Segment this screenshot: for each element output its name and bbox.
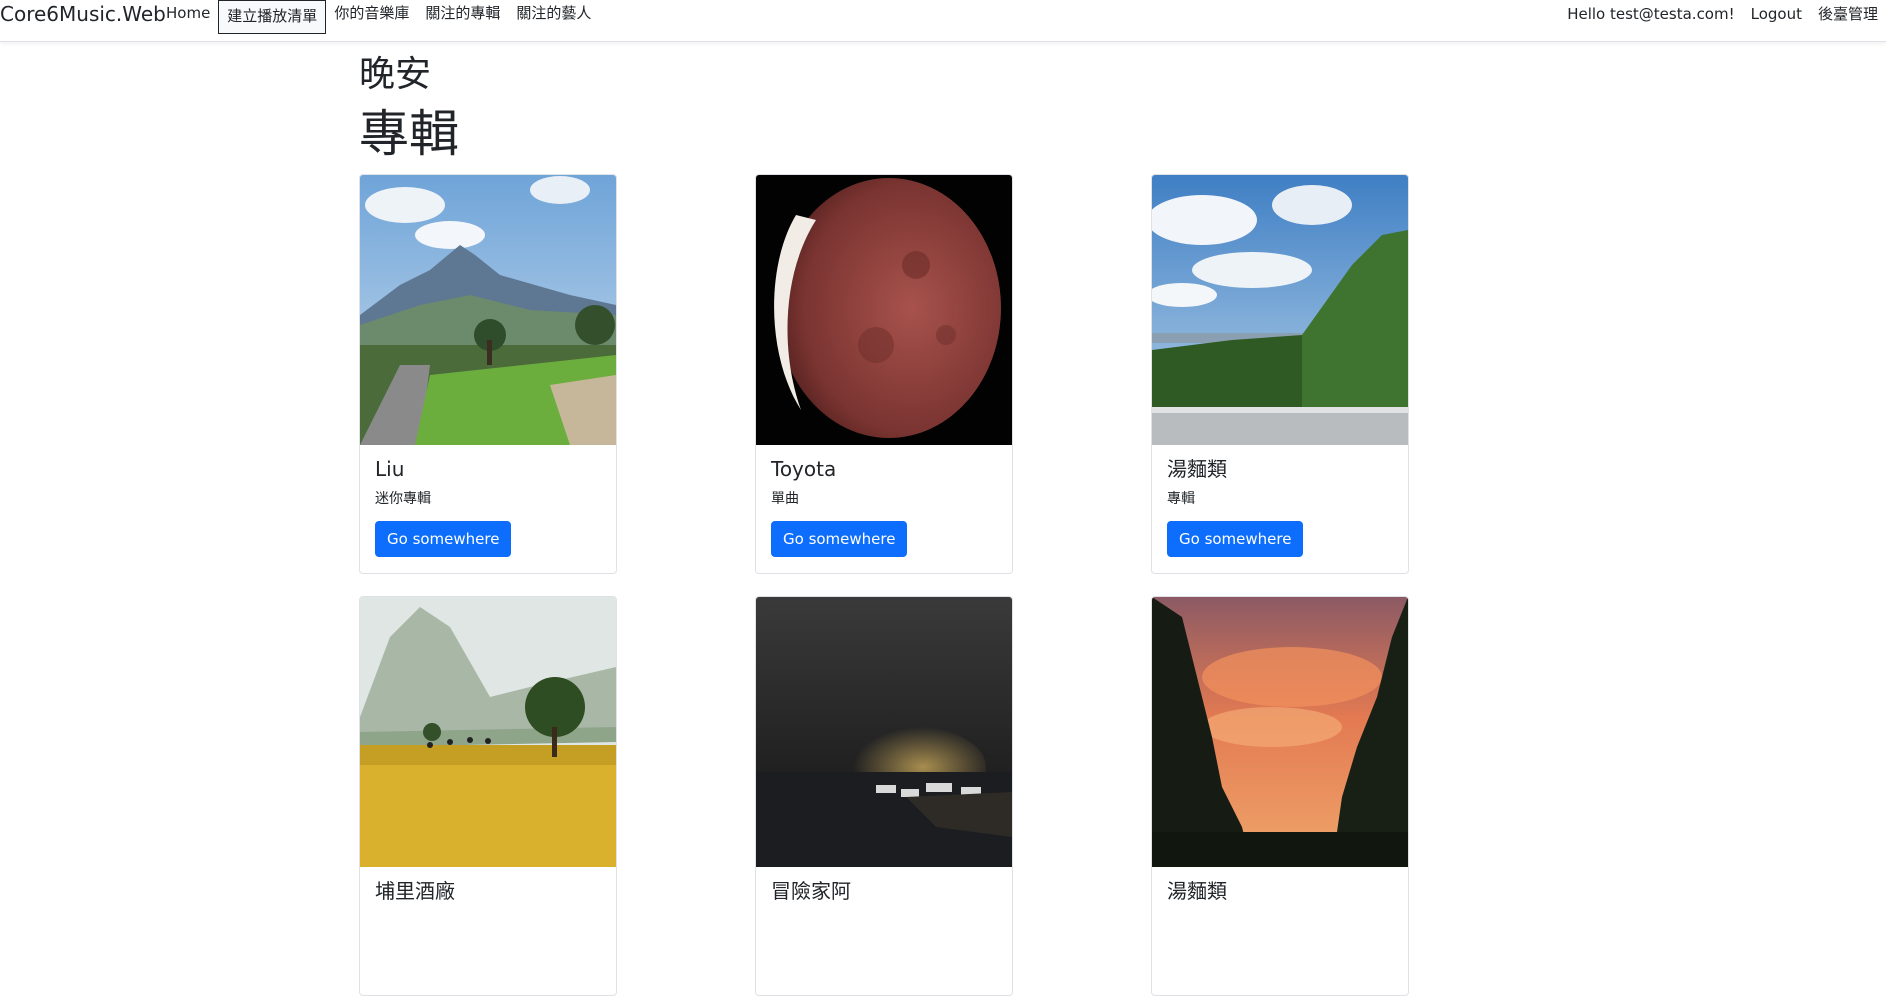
- album-card: Liu 迷你專輯 Go somewhere: [359, 174, 617, 574]
- album-type: 專輯: [1167, 491, 1195, 507]
- album-title: 冒險家阿: [771, 879, 851, 903]
- go-somewhere-button[interactable]: Go somewhere: [1167, 521, 1304, 557]
- navbar: Core6Music.Web Home 建立播放清單 你的音樂庫 關注的專輯 關…: [0, 0, 1886, 42]
- albums-heading: 專輯: [359, 105, 459, 163]
- album-title: Liu: [375, 457, 405, 481]
- user-greeting-link[interactable]: Hello test@testa.com!: [1559, 0, 1742, 28]
- nav-your-library[interactable]: 你的音樂庫: [326, 0, 417, 28]
- album-cover-image: [756, 597, 1012, 867]
- album-cover-image: [756, 175, 1012, 445]
- album-title: 埔里酒廠: [375, 879, 455, 903]
- card-body: 埔里酒廠: [360, 867, 616, 923]
- album-card: Toyota 單曲 Go somewhere: [755, 174, 1013, 574]
- album-cover-image: [360, 175, 616, 445]
- logout-button[interactable]: Logout: [1743, 0, 1810, 28]
- album-type: 單曲: [771, 491, 799, 507]
- album-cover-image: [1152, 175, 1408, 445]
- greeting-heading: 晚安: [359, 54, 432, 95]
- card-body: 冒險家阿: [756, 867, 1012, 923]
- album-card: 冒險家阿: [755, 596, 1013, 996]
- nav-user-area: Hello test@testa.com! Logout 後臺管理: [1559, 0, 1886, 30]
- card-body: Liu 迷你專輯 Go somewhere: [360, 445, 616, 569]
- card-body: 湯麵類: [1152, 867, 1408, 923]
- go-somewhere-button[interactable]: Go somewhere: [375, 521, 512, 557]
- album-title: 湯麵類: [1167, 457, 1227, 481]
- album-title: 湯麵類: [1167, 879, 1227, 903]
- album-cover-image: [1152, 597, 1408, 867]
- nav-followed-artists[interactable]: 關注的藝人: [508, 0, 599, 28]
- album-type: 迷你專輯: [375, 491, 431, 507]
- album-card: 埔里酒廠: [359, 596, 617, 996]
- nav-home[interactable]: Home: [158, 0, 218, 28]
- card-body: Toyota 單曲 Go somewhere: [756, 445, 1012, 569]
- album-cover-image: [360, 597, 616, 867]
- nav-links: Home 建立播放清單 你的音樂庫 關注的專輯 關注的藝人: [158, 0, 599, 35]
- admin-link[interactable]: 後臺管理: [1810, 0, 1886, 28]
- nav-create-playlist[interactable]: 建立播放清單: [218, 0, 327, 34]
- album-card: 湯麵類: [1151, 596, 1409, 996]
- card-body: 湯麵類 專輯 Go somewhere: [1152, 445, 1408, 569]
- album-title: Toyota: [771, 457, 837, 481]
- nav-followed-albums[interactable]: 關注的專輯: [417, 0, 508, 28]
- brand-link[interactable]: Core6Music.Web: [0, 2, 166, 26]
- album-card: 湯麵類 專輯 Go somewhere: [1151, 174, 1409, 574]
- go-somewhere-button[interactable]: Go somewhere: [771, 521, 908, 557]
